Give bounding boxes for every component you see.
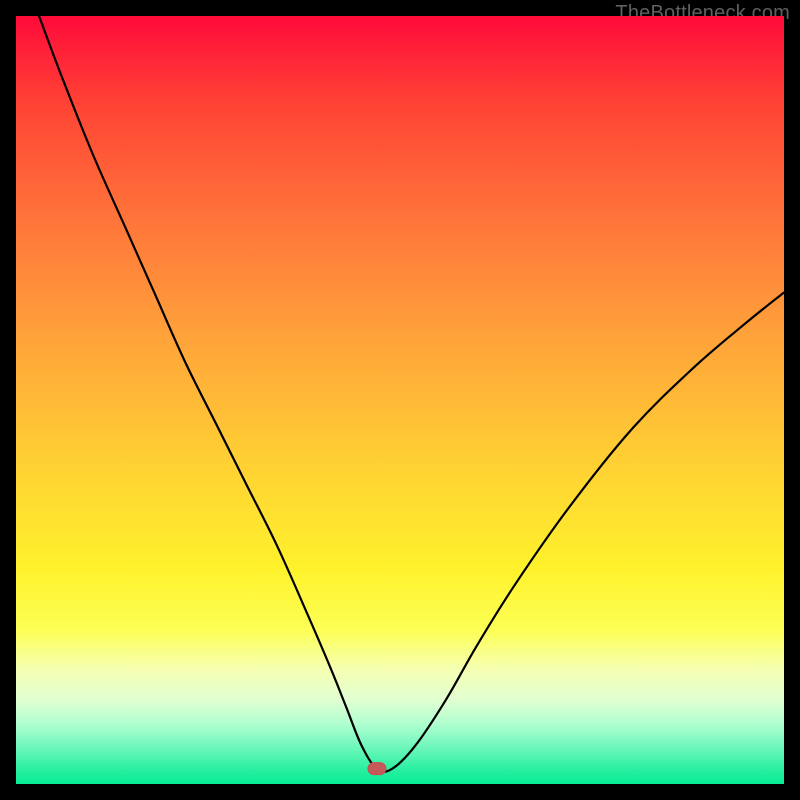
chart-container: TheBottleneck.com xyxy=(0,0,800,800)
bottleneck-curve xyxy=(39,16,784,772)
plot-svg xyxy=(16,16,784,784)
current-config-marker xyxy=(368,763,386,775)
plot-area xyxy=(16,16,784,784)
